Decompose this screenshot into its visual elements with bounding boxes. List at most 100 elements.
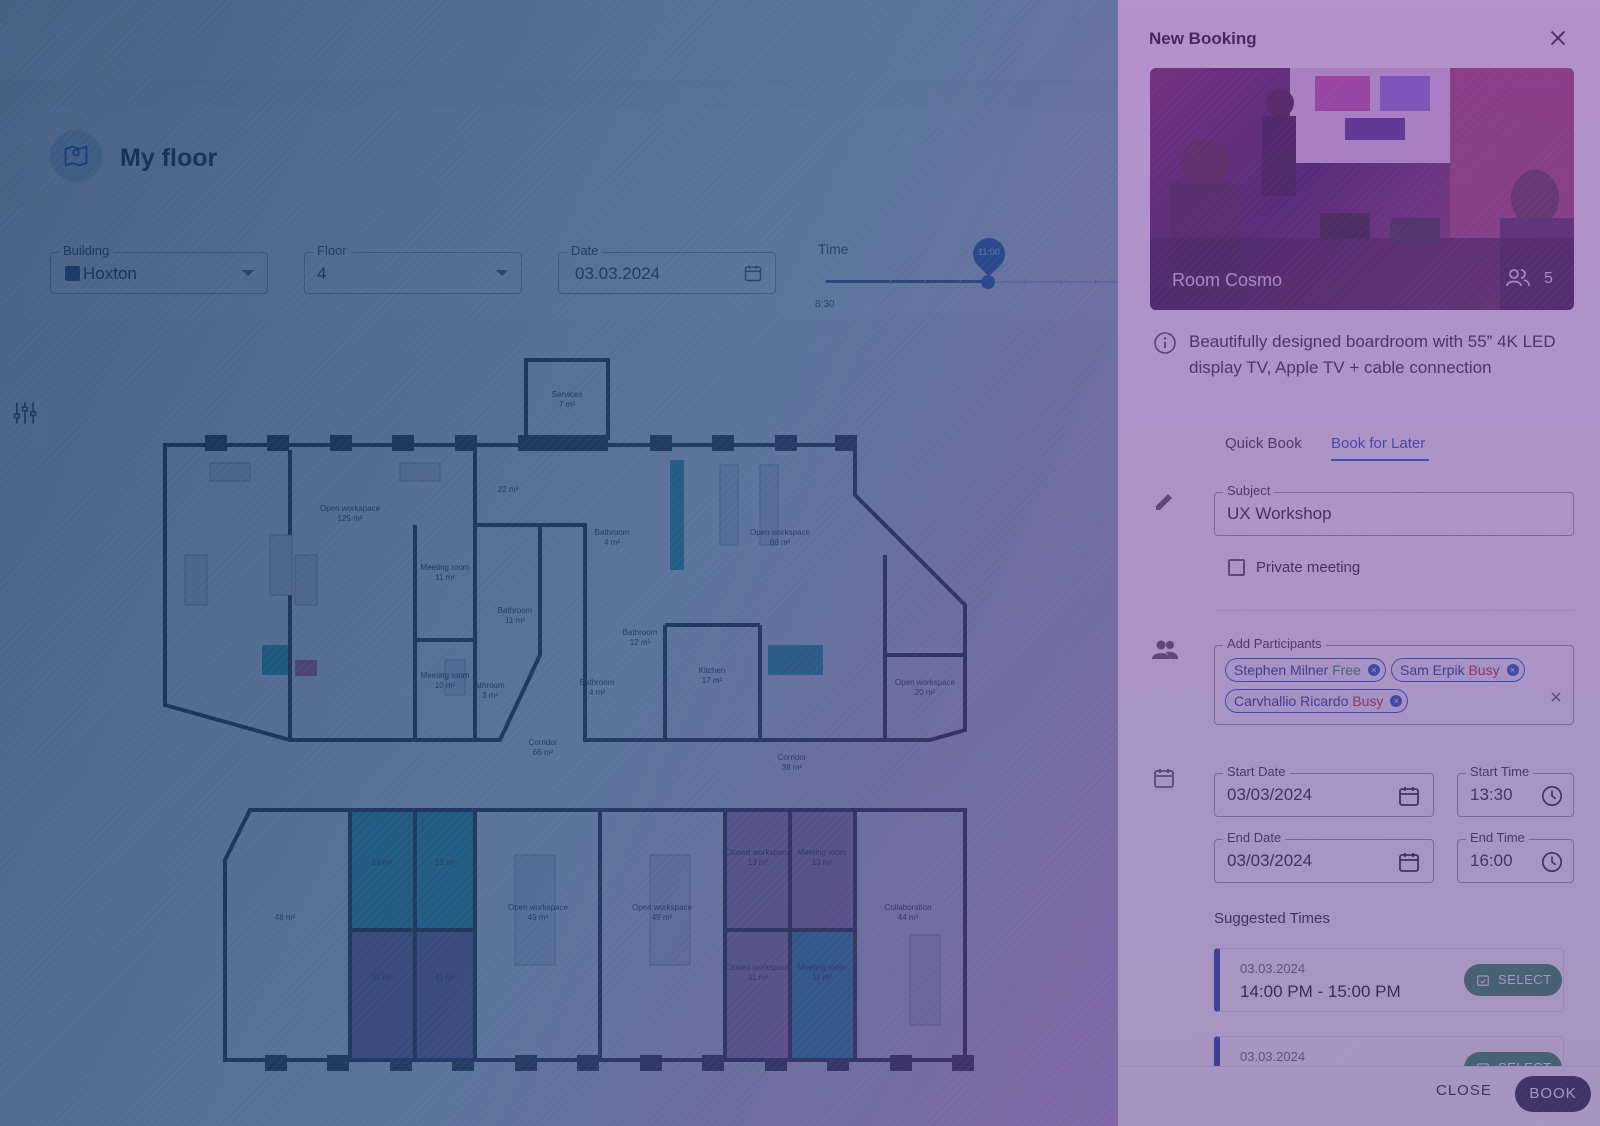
participant-chip[interactable]: Carvhallio Ricardo Busy × (1225, 689, 1409, 713)
room-name: Room Cosmo (1172, 270, 1283, 290)
svg-text:Closed workspace: Closed workspace (725, 848, 791, 857)
participant-status: Busy (1468, 662, 1500, 678)
svg-text:11 m²: 11 m² (812, 973, 832, 982)
svg-text:Collaboration: Collaboration (884, 903, 931, 912)
svg-text:11 m²: 11 m² (372, 973, 392, 982)
close-button[interactable]: CLOSE (1436, 1082, 1492, 1099)
participants-field[interactable]: Add Participants Stephen Milner Free × S… (1214, 636, 1574, 725)
start-time-value: 13:30 (1470, 785, 1513, 804)
book-button[interactable]: BOOK (1515, 1076, 1591, 1112)
svg-text:66 m²: 66 m² (533, 748, 554, 757)
suggestion-date: 03.03.2024 (1240, 1049, 1306, 1064)
floor-plan[interactable]: Services7 m² Open workspace125 m² 22 m² … (130, 355, 1010, 1085)
building-value: Hoxton (83, 264, 137, 283)
time-slider-fill (826, 280, 988, 283)
participant-name: Sam Erpik (1400, 662, 1465, 678)
svg-text:20 m²: 20 m² (915, 688, 936, 697)
divider (1214, 610, 1574, 611)
info-icon (1153, 331, 1177, 360)
svg-text:Meeting room: Meeting room (421, 671, 470, 680)
select-suggestion-button[interactable]: SELECT (1464, 964, 1562, 996)
end-time-field[interactable]: End Time 16:00 (1457, 830, 1574, 883)
subject-field[interactable]: Subject UX Workshop (1214, 483, 1574, 536)
time-tick (1095, 280, 1096, 284)
svg-text:Corridor: Corridor (778, 753, 807, 762)
subject-label: Subject (1223, 483, 1275, 498)
tab-book-for-later[interactable]: Book for Later (1331, 435, 1425, 452)
time-label: Time (818, 241, 849, 257)
svg-text:4 m²: 4 m² (589, 688, 605, 697)
svg-text:athroom: athroom (475, 681, 505, 690)
remove-chip-icon[interactable]: × (1506, 664, 1519, 676)
subject-input[interactable]: UX Workshop (1227, 504, 1332, 524)
filter-toggle[interactable] (0, 385, 50, 445)
remove-chip-icon[interactable]: × (1367, 664, 1380, 676)
calendar-icon[interactable] (743, 263, 763, 288)
svg-text:10 m²: 10 m² (435, 681, 456, 690)
suggestion-date: 03.03.2024 (1240, 961, 1306, 976)
end-time-value: 16:00 (1470, 851, 1513, 870)
svg-text:Bathroom: Bathroom (595, 528, 630, 537)
date-value: 03.03.2024 (575, 264, 661, 283)
people-icon (1152, 638, 1178, 665)
participant-chip[interactable]: Stephen Milner Free × (1225, 658, 1386, 682)
svg-text:Meeting room: Meeting room (798, 848, 847, 857)
room-capacity: 5 (1544, 270, 1553, 287)
start-time-label: Start Time (1466, 764, 1534, 779)
svg-text:4 m²: 4 m² (604, 538, 620, 547)
remove-chip-icon[interactable]: × (1390, 695, 1403, 707)
svg-text:Closed workspace: Closed workspace (725, 963, 791, 972)
floor-select[interactable]: Floor 4 (304, 243, 522, 294)
suggestion-card: 03.03.2024 14:00 PM - 15:00 PM SELECT (1214, 948, 1564, 1012)
start-date-label: Start Date (1223, 764, 1290, 779)
suggested-times-title: Suggested Times (1214, 910, 1330, 927)
suggestion-time-range: 14:00 PM - 15:00 PM (1240, 982, 1401, 1001)
svg-text:Meeting room: Meeting room (798, 963, 847, 972)
calendar-icon[interactable] (1397, 784, 1421, 813)
svg-text:49 m²: 49 m² (652, 913, 673, 922)
calendar-icon[interactable] (1397, 850, 1421, 879)
end-date-field[interactable]: End Date 03/03/2024 (1214, 830, 1434, 883)
svg-text:44 m²: 44 m² (898, 913, 919, 922)
people-icon (1506, 268, 1530, 293)
room-description: Beautifully designed boardroom with 55” … (1189, 332, 1556, 377)
svg-text:48 m²: 48 m² (275, 913, 296, 922)
svg-text:Bathroom: Bathroom (580, 678, 615, 687)
participant-name: Stephen Milner (1234, 662, 1329, 678)
svg-text:Open workspace: Open workspace (632, 903, 693, 912)
clock-icon[interactable] (1541, 785, 1563, 812)
start-date-field[interactable]: Start Date 03/03/2024 (1214, 764, 1434, 817)
svg-text:Bathroom: Bathroom (623, 628, 658, 637)
sliders-icon (11, 399, 39, 432)
time-slider-thumb[interactable] (981, 275, 995, 289)
start-time-field[interactable]: Start Time 13:30 (1457, 764, 1574, 817)
time-tick (960, 280, 961, 284)
svg-text:22 m²: 22 m² (498, 485, 519, 494)
svg-text:13 m²: 13 m² (748, 858, 769, 867)
svg-text:Services: Services (552, 390, 583, 399)
svg-text:11 m²: 11 m² (435, 573, 455, 582)
chevron-down-icon (242, 270, 254, 276)
time-tick (1025, 280, 1026, 284)
private-meeting-checkbox[interactable] (1228, 559, 1245, 576)
participant-chip[interactable]: Sam Erpik Busy × (1391, 658, 1525, 682)
private-meeting-label: Private meeting (1256, 559, 1361, 576)
svg-text:12 m²: 12 m² (630, 638, 651, 647)
participants-label: Add Participants (1223, 636, 1326, 651)
room-photo: Room Cosmo 5 (1150, 68, 1574, 310)
svg-text:13 m²: 13 m² (435, 858, 456, 867)
time-tick (1060, 280, 1061, 284)
clear-participants-icon[interactable] (1549, 690, 1563, 709)
active-tab-indicator (1331, 459, 1429, 461)
svg-text:86 m²: 86 m² (770, 538, 791, 547)
svg-text:Open workspace: Open workspace (895, 678, 956, 687)
building-select[interactable]: Building Hoxton (50, 243, 268, 294)
close-icon[interactable] (1547, 27, 1569, 49)
date-field[interactable]: Date 03.03.2024 (558, 243, 776, 294)
svg-text:3 m²: 3 m² (482, 691, 498, 700)
clock-icon[interactable] (1541, 851, 1563, 878)
date-label: Date (567, 243, 603, 258)
time-start-label: 8:30 (815, 299, 835, 310)
svg-text:11 m²: 11 m² (435, 973, 455, 982)
tab-quick-book[interactable]: Quick Book (1225, 435, 1302, 452)
